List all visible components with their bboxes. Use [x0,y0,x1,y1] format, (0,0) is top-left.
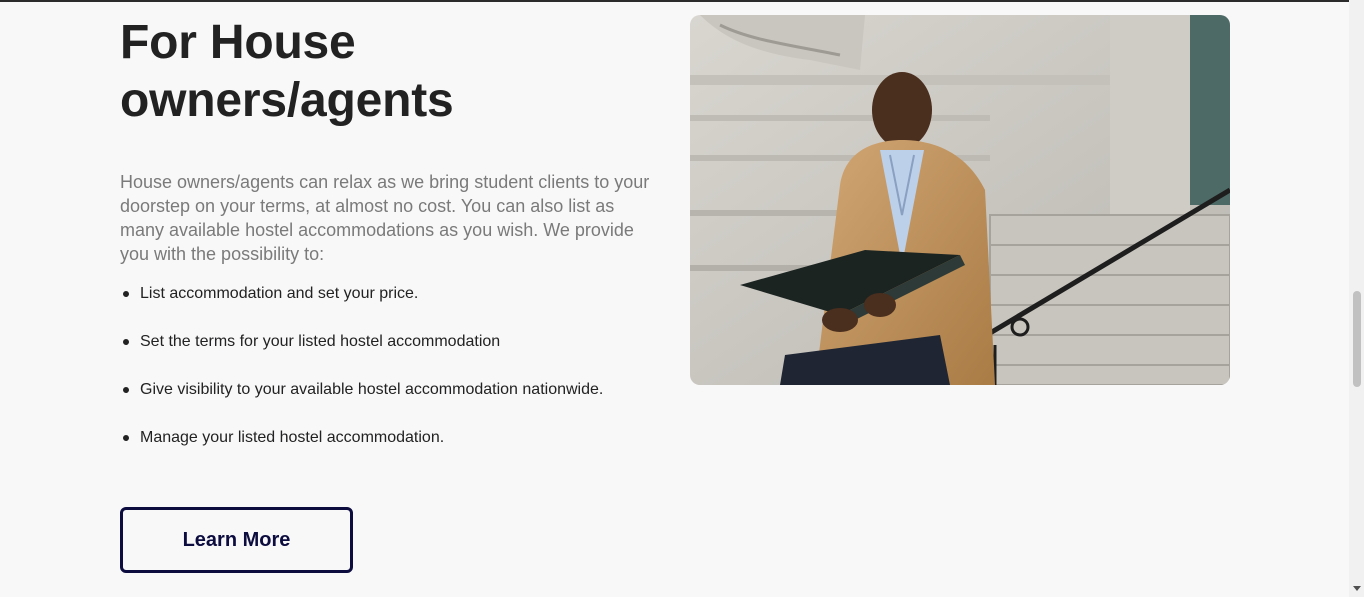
feature-item: Set the terms for your listed hostel acc… [120,332,660,380]
feature-text: List accommodation and set your price. [140,285,419,302]
title-line-2: owners/agents [120,74,454,127]
page-scrollbar[interactable] [1349,0,1364,597]
title-line-1: For House [120,16,356,69]
scroll-down-arrow-icon[interactable] [1353,586,1361,591]
scrollbar-thumb[interactable] [1353,291,1361,387]
feature-text: Set the terms for your listed hostel acc… [140,333,501,350]
feature-text: Give visibility to your available hostel… [140,381,604,398]
feature-item: List accommodation and set your price. [120,284,660,332]
feature-list: List accommodation and set your price. S… [120,284,660,476]
bullet-icon [123,339,129,345]
bullet-icon [123,291,129,297]
section-title: For House owners/agents [120,14,660,130]
feature-item: Give visibility to your available hostel… [120,380,660,428]
top-border [0,0,1364,2]
intro-paragraph: House owners/agents can relax as we brin… [120,172,650,264]
owners-section: For House owners/agents House owners/age… [120,14,660,476]
bullet-icon [123,387,129,393]
owner-photo [690,15,1230,385]
feature-text: Manage your listed hostel accommodation. [140,429,445,446]
bullet-icon [123,435,129,441]
learn-more-button[interactable]: Learn More [120,507,353,573]
feature-item: Manage your listed hostel accommodation. [120,428,660,476]
